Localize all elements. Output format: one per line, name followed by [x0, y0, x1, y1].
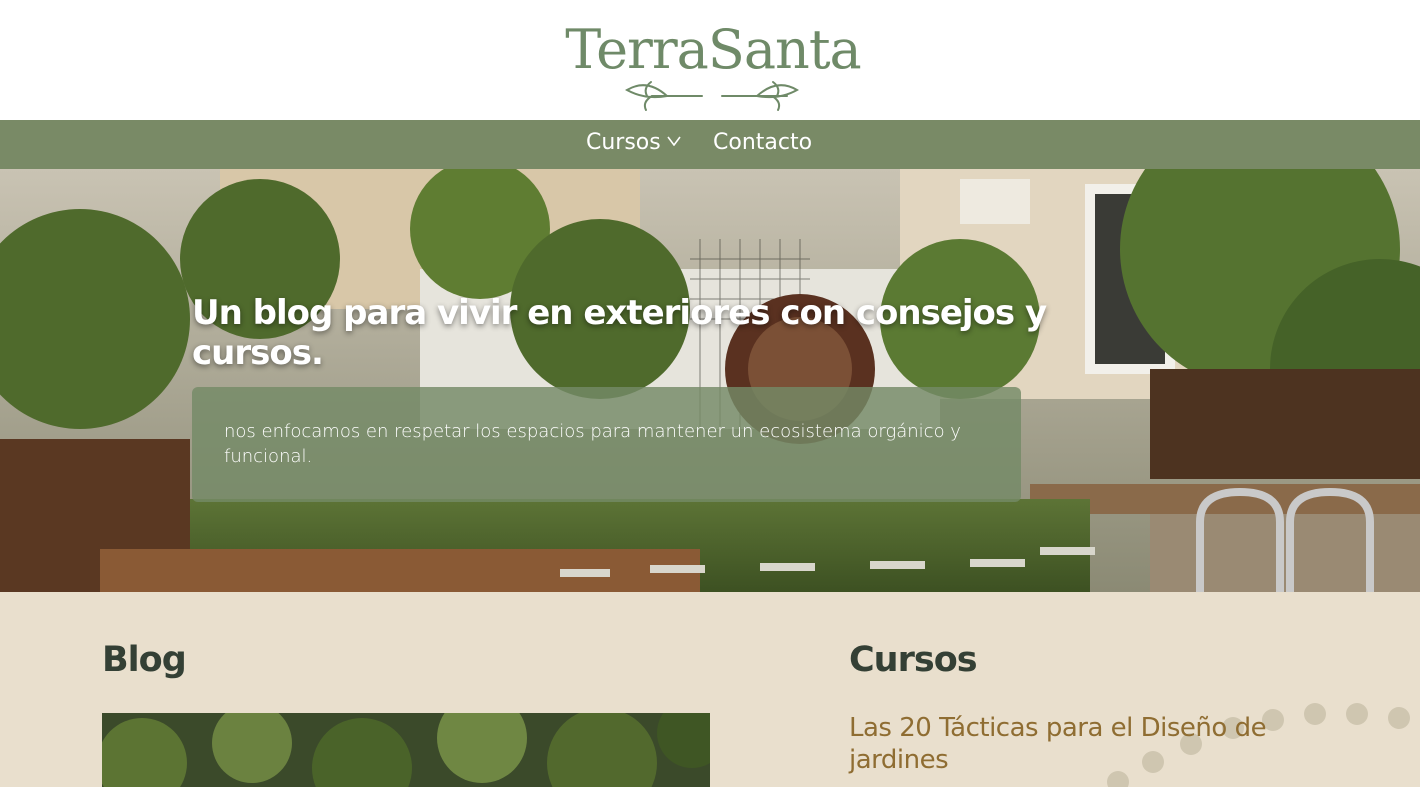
hero-title: Un blog para vivir en exteriores con con…	[192, 293, 1047, 373]
hero-banner: Un blog para vivir en exteriores con con…	[0, 169, 1420, 592]
brand-name: TerraSanta	[565, 18, 861, 81]
leaf-ornament-icon	[624, 81, 800, 111]
course-link[interactable]: Las 20 Tácticas para el Diseño de jardin…	[849, 712, 1319, 776]
cursos-heading: Cursos	[849, 640, 978, 680]
site-header: TerraSanta	[0, 0, 1420, 120]
hero-garden-image	[0, 169, 1420, 592]
nav-item-cursos[interactable]: Cursos	[586, 120, 681, 169]
content-section: Blog Cursos Las 20 Tácticas para el Dise…	[0, 592, 1420, 787]
hero-description-box: nos enfocamos en respetar los espacios p…	[192, 387, 1021, 502]
hero-description: nos enfocamos en respetar los espacios p…	[224, 421, 961, 467]
nav-item-contacto[interactable]: Contacto	[713, 120, 812, 169]
nav-item-cursos-label: Cursos	[586, 130, 661, 155]
brand-logo[interactable]: TerraSanta	[560, 18, 866, 114]
main-nav: Cursos Contacto	[0, 120, 1420, 169]
nav-item-contacto-label: Contacto	[713, 130, 813, 155]
chevron-down-icon	[667, 136, 681, 146]
